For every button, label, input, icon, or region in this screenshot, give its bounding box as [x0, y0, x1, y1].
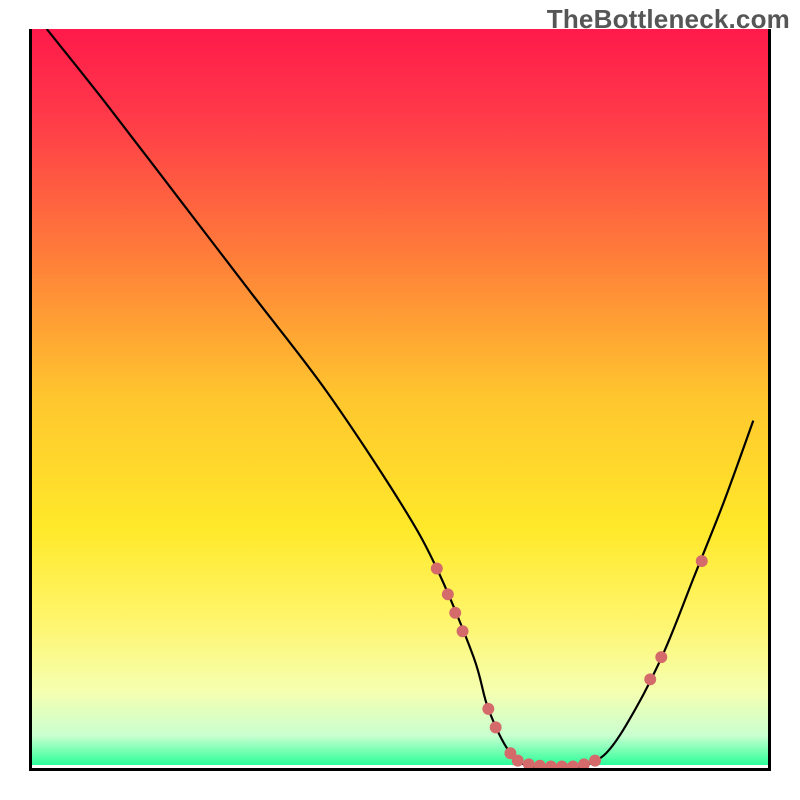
- chart-container: TheBottleneck.com: [0, 0, 800, 800]
- plot-area: [29, 29, 771, 771]
- data-point: [545, 761, 557, 768]
- data-point: [696, 555, 708, 567]
- data-point: [449, 607, 461, 619]
- data-point: [457, 625, 469, 637]
- data-point: [482, 703, 494, 715]
- data-point: [442, 588, 454, 600]
- watermark-text: TheBottleneck.com: [547, 4, 790, 35]
- data-point: [556, 761, 568, 768]
- data-point: [512, 755, 524, 767]
- data-point: [644, 673, 656, 685]
- data-point: [655, 651, 667, 663]
- data-points: [431, 555, 708, 768]
- data-point: [431, 562, 443, 574]
- data-point: [534, 760, 546, 768]
- bottleneck-curve: [47, 29, 754, 768]
- data-point: [567, 761, 579, 768]
- curve-layer: [32, 29, 768, 768]
- data-point: [589, 755, 601, 767]
- data-point: [490, 721, 502, 733]
- data-point: [578, 758, 590, 768]
- data-point: [523, 758, 535, 768]
